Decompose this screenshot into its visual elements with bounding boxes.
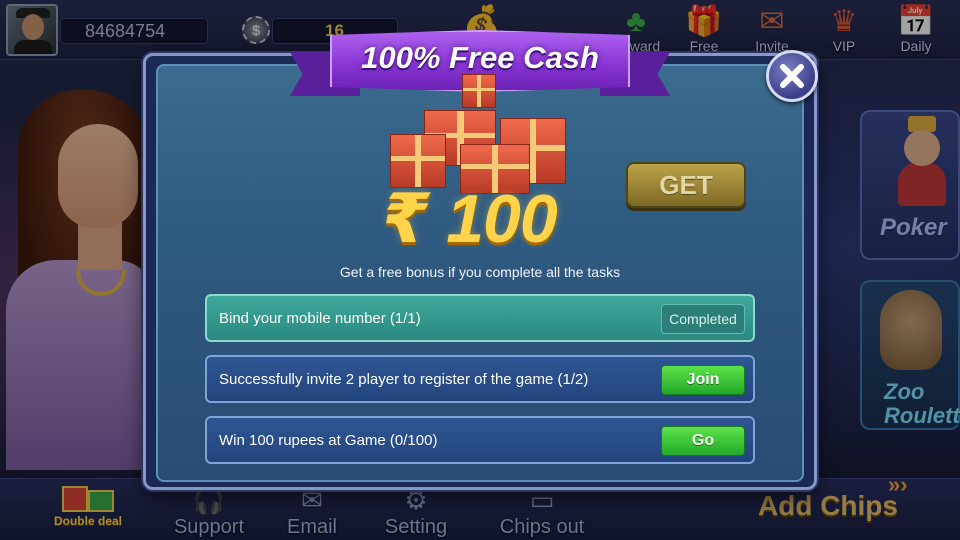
close-icon [780, 64, 804, 88]
task-text: Successfully invite 2 player to register… [219, 371, 589, 388]
task-row: Successfully invite 2 player to register… [205, 355, 755, 403]
gift-boxes-illustration [384, 74, 574, 194]
completed-badge: Completed [661, 304, 745, 334]
task-row: Win 100 rupees at Game (0/100) Go [205, 416, 755, 464]
bonus-instructions: Get a free bonus if you complete all the… [339, 264, 621, 280]
bonus-amount: ₹ 100 [382, 181, 558, 257]
get-button[interactable]: GET [626, 162, 746, 208]
task-text: Win 100 rupees at Game (0/100) [219, 432, 438, 449]
close-button[interactable] [766, 50, 818, 102]
dialog-title: 100% Free Cash [361, 40, 599, 75]
join-button[interactable]: Join [661, 365, 745, 395]
task-text: Bind your mobile number (1/1) [219, 310, 421, 327]
task-row: Bind your mobile number (1/1) Completed [205, 294, 755, 342]
go-button[interactable]: Go [661, 426, 745, 456]
